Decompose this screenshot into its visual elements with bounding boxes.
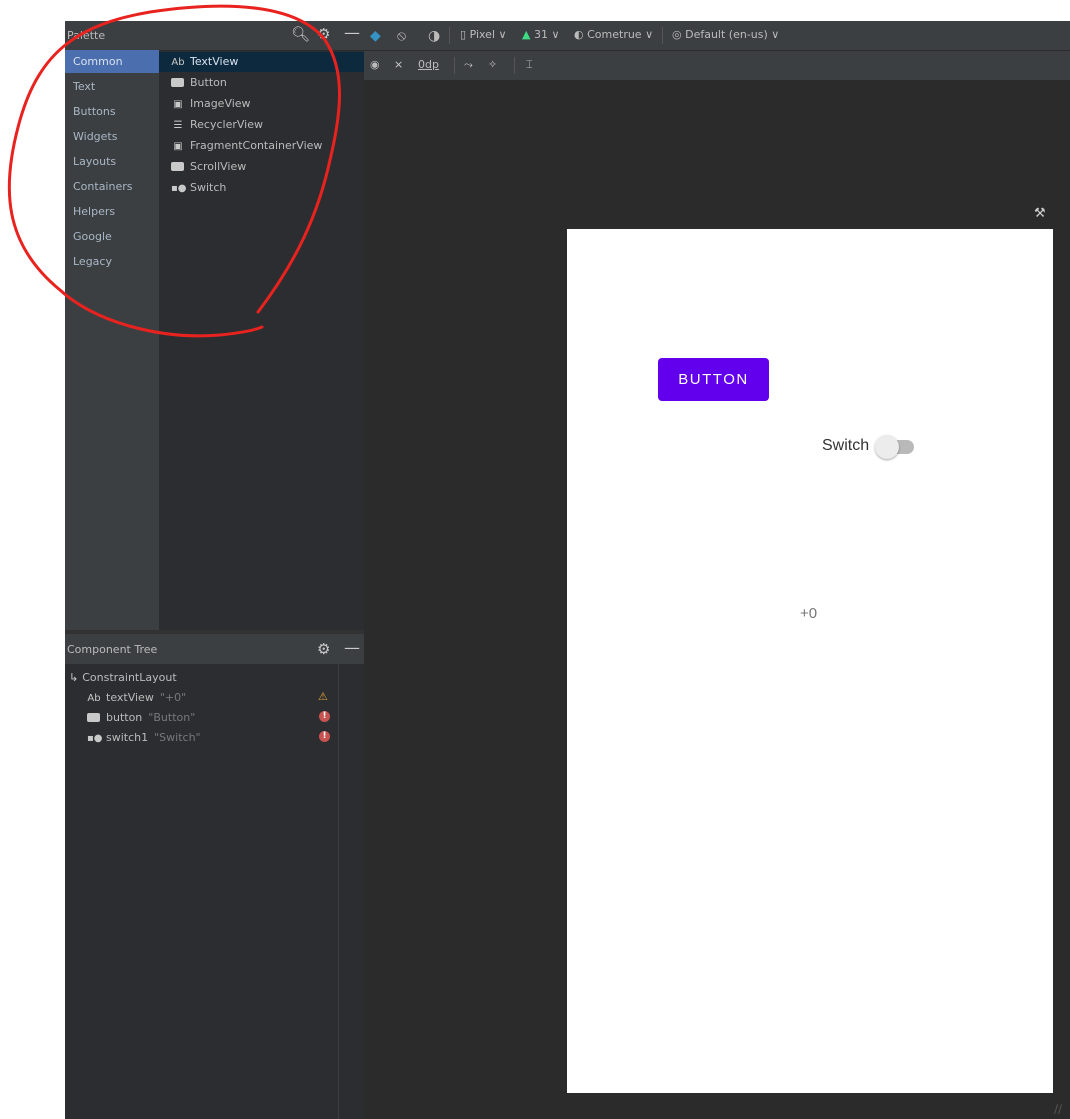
palette-item-label: ImageView <box>190 97 251 110</box>
wrench-icon[interactable]: ⚒ <box>1034 206 1046 221</box>
tree-item-label: ConstraintLayout <box>82 671 177 684</box>
palette-category-widgets[interactable]: Widgets <box>65 125 159 148</box>
orientation-icon[interactable]: ⦸ <box>397 28 406 44</box>
locale-dropdown[interactable]: ◎ Default (en-us) ∨ <box>672 28 779 41</box>
component-tree-title: Component Tree <box>67 643 158 656</box>
palette-item-label: Button <box>190 76 227 89</box>
constraint-layout-icon: ↳ <box>69 671 79 684</box>
design-toolbar: ◆ ⦸ ◑ ▯ Pixel ∨ ▲ 31 ∨ ◐ Cometrue ∨ ◎ De… <box>364 21 1070 50</box>
design-canvas[interactable]: ⚒ BUTTON Switch +0 ∕∕ <box>364 80 1070 1119</box>
palette-item-textview[interactable]: Ab TextView <box>159 52 364 72</box>
api-label: 31 <box>533 28 548 41</box>
palette-item-recyclerview[interactable]: ☰ RecyclerView <box>159 115 364 135</box>
palette-category-containers[interactable]: Containers <box>65 175 159 198</box>
clear-constraints-icon[interactable]: ⤳ <box>464 58 473 72</box>
palette-item-scrollview[interactable]: ScrollView <box>159 157 364 177</box>
globe-icon: ◎ <box>672 28 682 41</box>
palette-item-fragmentcontainerview[interactable]: ▣ FragmentContainerView <box>159 136 364 156</box>
palette-panel: Palette 🔍︎ ⚙ — Common Text Buttons Widge… <box>65 21 364 1119</box>
toolbar-separator <box>662 27 663 44</box>
palette-category-legacy[interactable]: Legacy <box>65 250 159 273</box>
toolbar-separator <box>514 57 515 74</box>
switch-icon: ▪● <box>171 183 187 194</box>
tree-item-text: "+0" <box>159 691 187 704</box>
scroll-icon <box>171 162 184 171</box>
fragment-icon: ▣ <box>173 141 183 152</box>
palette-category-google[interactable]: Google <box>65 225 159 248</box>
palette-item-switch[interactable]: ▪● Switch <box>159 178 364 198</box>
textview-icon: Ab <box>87 693 101 704</box>
list-icon: ☰ <box>173 120 183 131</box>
button-icon <box>87 713 100 722</box>
preview-textview[interactable]: +0 <box>800 605 817 622</box>
palette-category-helpers[interactable]: Helpers <box>65 200 159 223</box>
infer-constraints-icon[interactable]: ✧ <box>488 58 497 71</box>
palette-category-list: Common Text Buttons Widgets Layouts Cont… <box>65 50 159 630</box>
image-icon: ▣ <box>173 99 183 110</box>
tree-item-textview[interactable]: Ab textView "+0" <box>87 688 186 708</box>
palette-item-label: RecyclerView <box>190 118 263 131</box>
phone-icon: ▯ <box>460 28 467 41</box>
chevron-down-icon: ∨ <box>645 28 654 41</box>
error-icon[interactable]: ! <box>319 731 330 742</box>
device-preview[interactable]: BUTTON Switch +0 <box>567 229 1053 1093</box>
preview-switch-label[interactable]: Switch <box>822 437 869 455</box>
resize-handle-icon[interactable]: ∕∕ <box>1054 1102 1062 1116</box>
tree-item-text: "Button" <box>148 711 196 724</box>
chevron-down-icon: ∨ <box>551 28 560 41</box>
tree-item-text: "Switch" <box>154 731 201 744</box>
palette-category-buttons[interactable]: Buttons <box>65 100 159 123</box>
switch-icon: ▪● <box>87 733 103 744</box>
textview-icon: Ab <box>171 57 185 68</box>
locale-label: Default (en-us) <box>685 28 768 41</box>
api-dropdown[interactable]: ▲ 31 ∨ <box>522 28 560 41</box>
tree-item-switch1[interactable]: ▪● switch1 "Switch" <box>87 728 201 748</box>
palette-item-label: FragmentContainerView <box>190 139 323 152</box>
default-margin-dropdown[interactable]: 0dp <box>418 58 439 71</box>
tree-item-id: textView <box>106 691 154 704</box>
palette-item-imageview[interactable]: ▣ ImageView <box>159 94 364 114</box>
palette-category-text[interactable]: Text <box>65 75 159 98</box>
android-icon: ▲ <box>522 28 531 41</box>
minimize-icon[interactable]: — <box>344 638 360 657</box>
design-surface-icon[interactable]: ◆ <box>370 28 381 44</box>
toolbar-separator <box>454 57 455 74</box>
gear-icon[interactable]: ⚙ <box>317 640 330 658</box>
palette-title: Palette <box>67 29 106 42</box>
theme-dropdown[interactable]: ◐ Cometrue ∨ <box>574 28 653 41</box>
theme-label: Cometrue <box>587 28 642 41</box>
button-icon <box>171 78 184 87</box>
night-mode-icon[interactable]: ◑ <box>428 28 440 44</box>
magnet-icon[interactable]: ⨯ <box>394 58 403 71</box>
chevron-down-icon: ∨ <box>498 28 507 41</box>
palette-category-common[interactable]: Common <box>65 50 159 73</box>
device-dropdown[interactable]: ▯ Pixel ∨ <box>460 28 507 41</box>
minimize-icon[interactable]: — <box>344 23 360 42</box>
palette-item-button[interactable]: Button <box>159 73 364 93</box>
search-icon[interactable]: 🔍︎ <box>291 25 310 43</box>
gear-icon[interactable]: ⚙ <box>317 25 330 43</box>
palette-item-label: ScrollView <box>190 160 247 173</box>
theme-icon: ◐ <box>574 28 584 41</box>
preview-switch-thumb[interactable] <box>875 435 899 459</box>
palette-item-label: Switch <box>190 181 227 194</box>
error-icon[interactable]: ! <box>319 711 330 722</box>
tree-item-constraintlayout[interactable]: ↳ ConstraintLayout <box>69 668 177 688</box>
device-label: Pixel <box>469 28 496 41</box>
warning-icon[interactable]: ⚠ <box>318 690 328 703</box>
guidelines-icon[interactable]: ⌶ <box>526 58 533 72</box>
chevron-down-icon: ∨ <box>771 28 780 41</box>
tree-item-id: switch1 <box>106 731 149 744</box>
palette-item-label: TextView <box>190 55 239 68</box>
tree-item-id: button <box>106 711 143 724</box>
toolbar-separator <box>449 27 450 44</box>
palette-header: Palette 🔍︎ ⚙ — <box>65 21 364 50</box>
palette-category-layouts[interactable]: Layouts <box>65 150 159 173</box>
preview-button[interactable]: BUTTON <box>658 358 769 401</box>
tree-column-separator <box>338 664 339 1119</box>
layout-toolbar: ◉ ⨯ 0dp ⤳ ✧ ⌶ <box>364 50 1070 81</box>
eye-icon[interactable]: ◉ <box>370 58 380 71</box>
tree-item-button[interactable]: button "Button" <box>87 708 195 728</box>
component-tree-header: Component Tree ⚙ — <box>65 634 364 664</box>
